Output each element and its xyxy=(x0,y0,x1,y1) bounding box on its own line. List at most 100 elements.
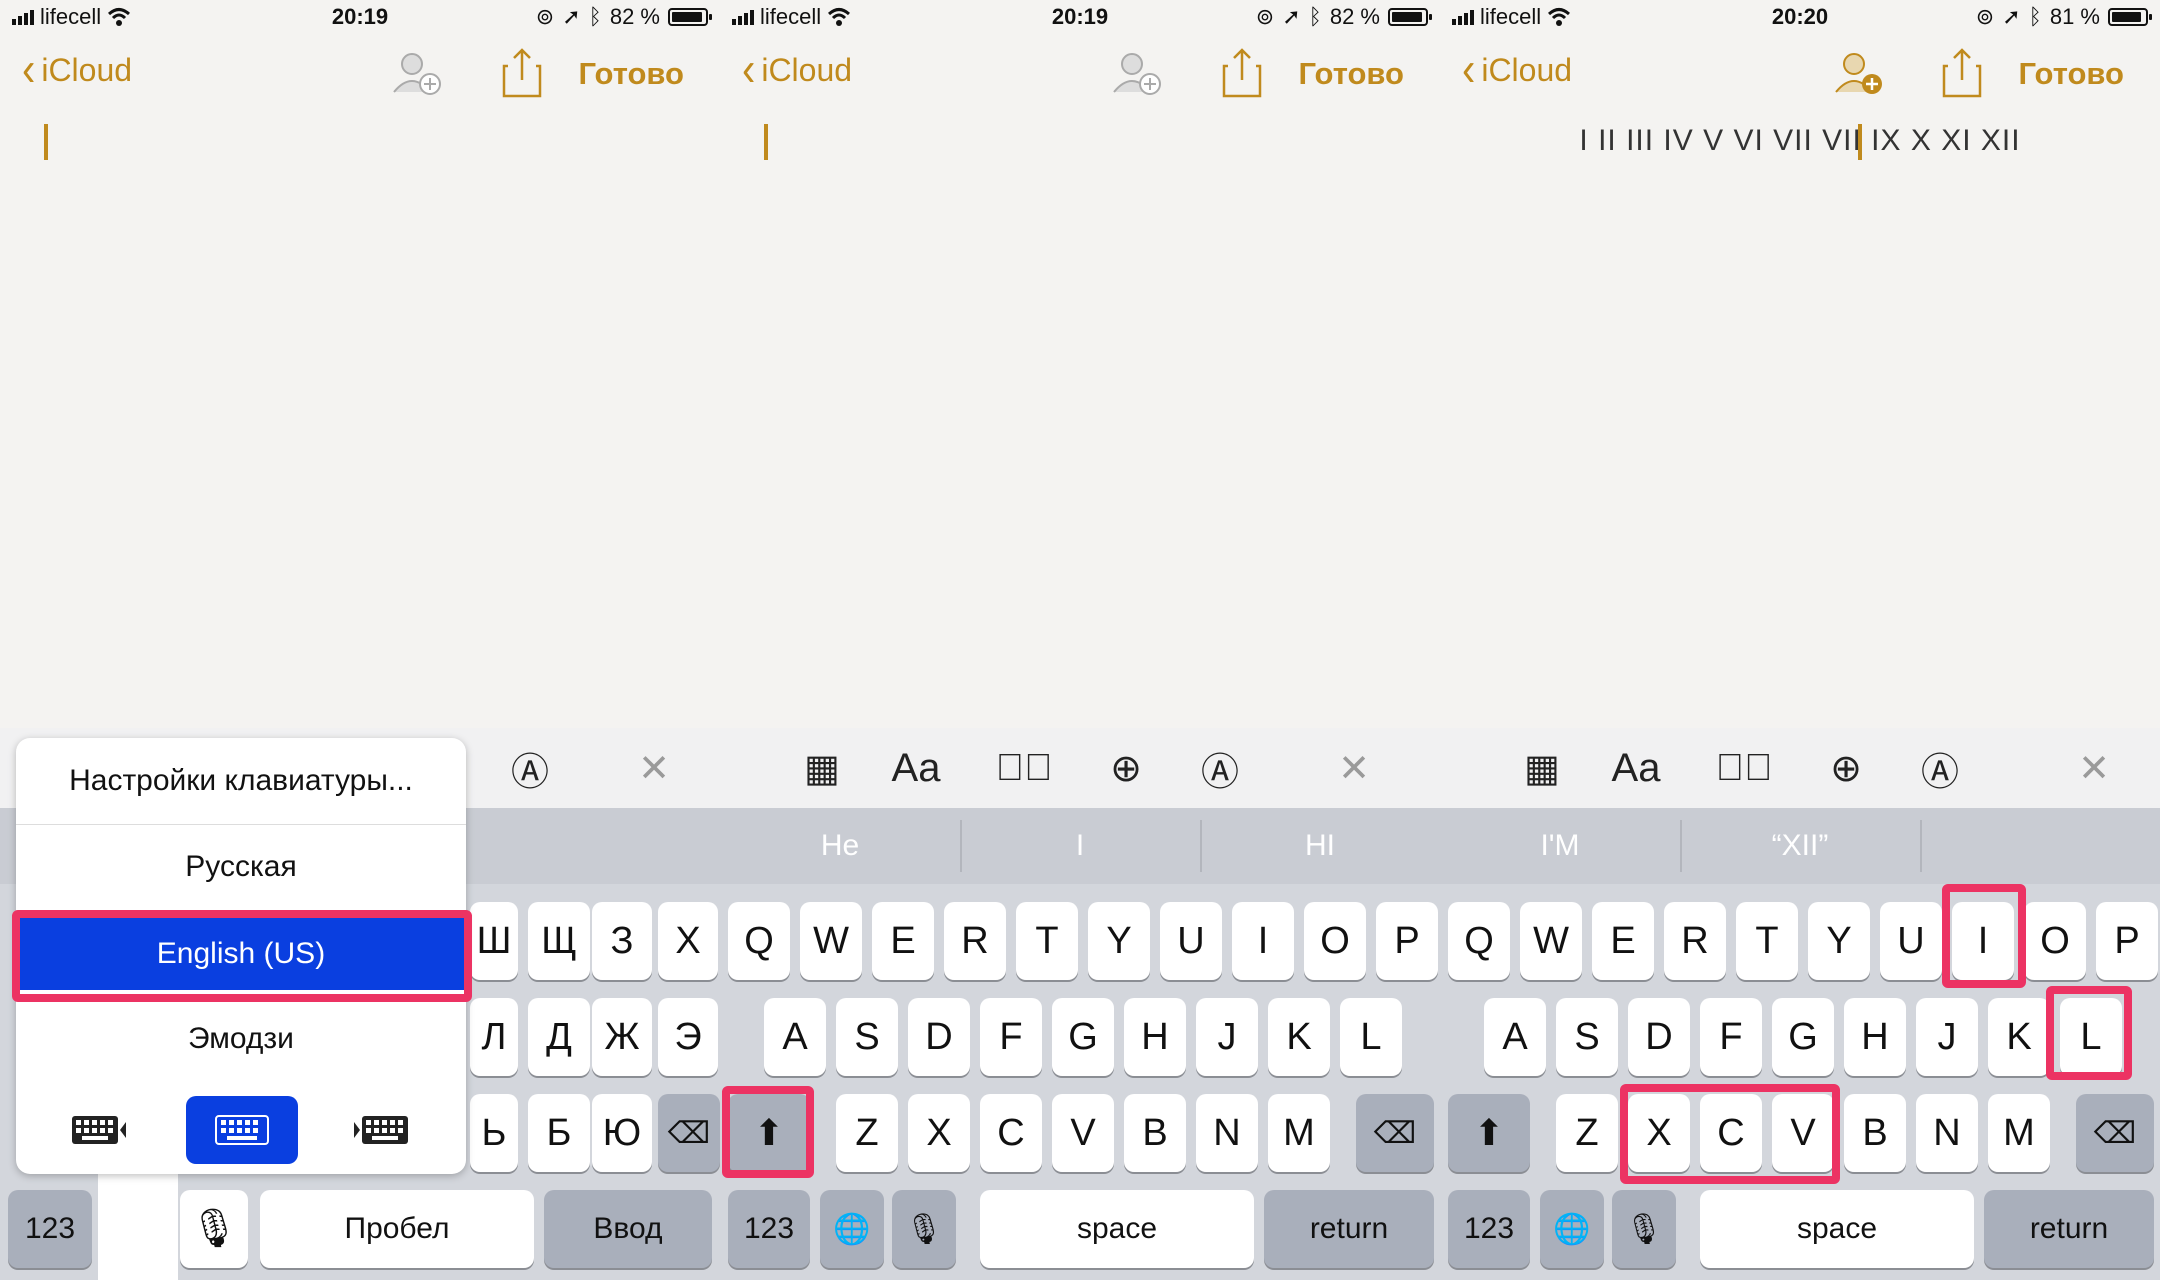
done-button[interactable]: Готово xyxy=(1299,56,1405,92)
key-r[interactable]: R xyxy=(1664,902,1726,980)
key-v[interactable]: V xyxy=(1772,1094,1834,1172)
key-de[interactable]: Д xyxy=(528,998,590,1076)
back-button[interactable]: ‹ iCloud xyxy=(22,46,132,94)
numbers-key[interactable]: 123 xyxy=(8,1190,92,1268)
close-icon[interactable]: ✕ xyxy=(1324,740,1384,796)
russian-keyboard-item[interactable]: Русская xyxy=(16,824,466,910)
done-button[interactable]: Готово xyxy=(2019,56,2125,92)
key-f[interactable]: F xyxy=(1700,998,1762,1076)
key-x[interactable]: X xyxy=(1628,1094,1690,1172)
return-key[interactable]: return xyxy=(1264,1190,1434,1268)
close-icon[interactable]: ✕ xyxy=(2064,740,2124,796)
key-x[interactable]: X xyxy=(908,1094,970,1172)
back-button[interactable]: ‹ iCloud xyxy=(1462,46,1572,94)
key-e[interactable]: E xyxy=(1592,902,1654,980)
add-icon[interactable]: ⊕ xyxy=(1816,740,1876,796)
space-key[interactable]: space xyxy=(980,1190,1254,1268)
key-be[interactable]: Б xyxy=(528,1094,590,1172)
key-sha[interactable]: Ш xyxy=(470,902,518,980)
key-o[interactable]: O xyxy=(2024,902,2086,980)
checklist-icon[interactable]: ✓⃝ xyxy=(1714,740,1774,796)
keyboard-settings-item[interactable]: Настройки клавиатуры... xyxy=(16,738,466,824)
key-a[interactable]: A xyxy=(1484,998,1546,1076)
key-o[interactable]: O xyxy=(1304,902,1366,980)
share-icon[interactable] xyxy=(502,46,542,98)
back-button[interactable]: ‹ iCloud xyxy=(742,46,852,94)
key-e[interactable]: Э xyxy=(658,998,718,1076)
key-p[interactable]: P xyxy=(2096,902,2158,980)
key-j[interactable]: J xyxy=(1196,998,1258,1076)
key-soft-sign[interactable]: Ь xyxy=(470,1094,518,1172)
return-key[interactable]: return xyxy=(1984,1190,2154,1268)
key-t[interactable]: T xyxy=(1736,902,1798,980)
note-body-text[interactable]: I II III IV V VI VII VII IX X XI XII xyxy=(1440,124,2160,158)
close-icon[interactable]: ✕ xyxy=(624,740,684,796)
key-s[interactable]: S xyxy=(1556,998,1618,1076)
key-y[interactable]: Y xyxy=(1088,902,1150,980)
checklist-icon[interactable]: ✓⃝ xyxy=(994,740,1054,796)
key-a[interactable]: A xyxy=(764,998,826,1076)
key-ha[interactable]: Х xyxy=(658,902,718,980)
suggestion-item[interactable]: I'M xyxy=(1440,808,1680,884)
dictation-key[interactable]: 🎙 xyxy=(1612,1190,1676,1268)
suggestion-item[interactable]: “XII” xyxy=(1680,808,1920,884)
globe-key[interactable]: 🌐 xyxy=(820,1190,884,1268)
key-k[interactable]: K xyxy=(1268,998,1330,1076)
add-icon[interactable]: ⊕ xyxy=(1096,740,1156,796)
delete-key[interactable]: ⌫ xyxy=(658,1094,720,1172)
key-shcha[interactable]: Щ xyxy=(528,902,590,980)
key-b[interactable]: B xyxy=(1124,1094,1186,1172)
key-u[interactable]: U xyxy=(1880,902,1942,980)
key-d[interactable]: D xyxy=(1628,998,1690,1076)
key-c[interactable]: C xyxy=(1700,1094,1762,1172)
key-y[interactable]: Y xyxy=(1808,902,1870,980)
keyboard-left-icon[interactable] xyxy=(52,1098,148,1162)
key-i[interactable]: I xyxy=(1952,902,2014,980)
key-h[interactable]: H xyxy=(1844,998,1906,1076)
key-z[interactable]: Z xyxy=(836,1094,898,1172)
return-key[interactable]: Ввод xyxy=(544,1190,712,1268)
key-t[interactable]: T xyxy=(1016,902,1078,980)
text-format-icon[interactable]: Aa xyxy=(1606,740,1666,796)
dictation-key[interactable]: 🎙 xyxy=(892,1190,956,1268)
add-people-icon[interactable] xyxy=(1110,48,1166,96)
delete-key[interactable]: ⌫ xyxy=(1356,1094,1434,1172)
suggestion-item[interactable] xyxy=(1920,808,2160,884)
suggestion-item[interactable]: HI xyxy=(1200,808,1440,884)
add-people-icon[interactable] xyxy=(1832,48,1888,96)
text-format-icon[interactable]: Aa xyxy=(886,740,946,796)
key-h[interactable]: H xyxy=(1124,998,1186,1076)
done-button[interactable]: Готово xyxy=(579,56,685,92)
add-people-icon[interactable] xyxy=(390,48,446,96)
keyboard-right-icon[interactable] xyxy=(332,1098,428,1162)
key-v[interactable]: V xyxy=(1052,1094,1114,1172)
key-yu[interactable]: Ю xyxy=(592,1094,652,1172)
key-el[interactable]: Л xyxy=(470,998,518,1076)
key-n[interactable]: N xyxy=(1196,1094,1258,1172)
markup-icon[interactable]: Ⓐ xyxy=(1910,740,1970,796)
numbers-key[interactable]: 123 xyxy=(728,1190,810,1268)
key-i[interactable]: I xyxy=(1232,902,1294,980)
key-zhe[interactable]: Ж xyxy=(592,998,652,1076)
key-m[interactable]: M xyxy=(1268,1094,1330,1172)
markup-icon[interactable]: Ⓐ xyxy=(1190,740,1250,796)
markup-icon[interactable]: Ⓐ xyxy=(500,740,560,796)
key-l[interactable]: L xyxy=(2060,998,2122,1076)
key-n[interactable]: N xyxy=(1916,1094,1978,1172)
emoji-keyboard-item[interactable]: Эмодзи xyxy=(16,996,466,1082)
key-l[interactable]: L xyxy=(1340,998,1402,1076)
shift-key[interactable]: ⬆ xyxy=(1448,1094,1530,1172)
key-q[interactable]: Q xyxy=(1448,902,1510,980)
key-j[interactable]: J xyxy=(1916,998,1978,1076)
keyboard-full-icon[interactable] xyxy=(186,1096,298,1164)
key-ze[interactable]: З xyxy=(592,902,652,980)
share-icon[interactable] xyxy=(1942,46,1982,98)
key-w[interactable]: W xyxy=(1520,902,1582,980)
share-icon[interactable] xyxy=(1222,46,1262,98)
numbers-key[interactable]: 123 xyxy=(1448,1190,1530,1268)
key-g[interactable]: G xyxy=(1772,998,1834,1076)
globe-key[interactable]: 🌐 xyxy=(1540,1190,1604,1268)
table-icon[interactable]: ▦ xyxy=(792,740,852,796)
dictation-key[interactable]: 🎙 xyxy=(180,1190,248,1268)
key-q[interactable]: Q xyxy=(728,902,790,980)
